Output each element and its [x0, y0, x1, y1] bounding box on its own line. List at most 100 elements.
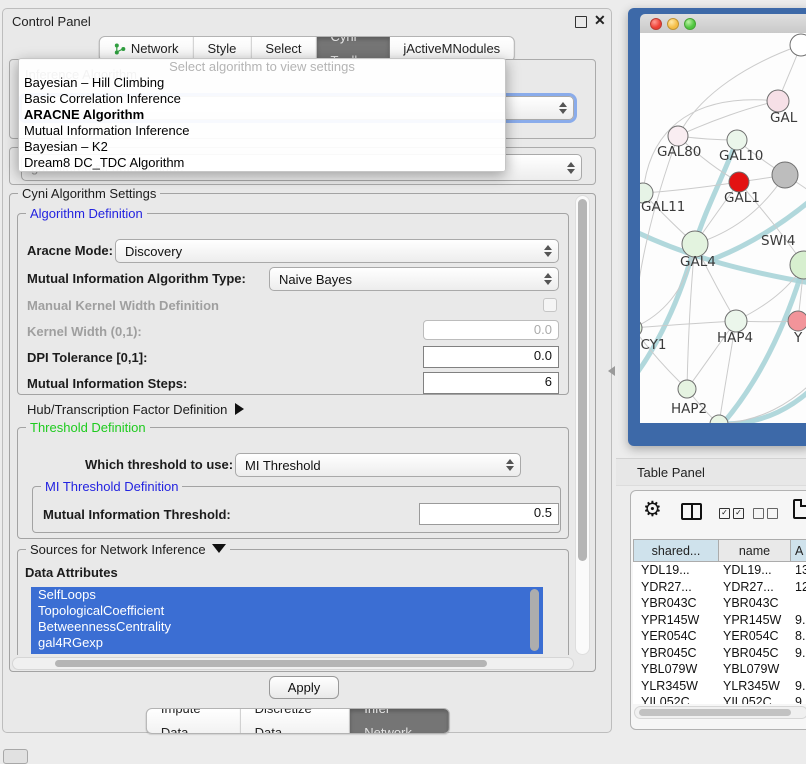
settings-vscroll-thumb[interactable] [578, 199, 587, 561]
cell-value [791, 595, 806, 612]
unchecked-checkbox-icon [767, 508, 778, 519]
algorithm-option[interactable]: Dream8 DC_TDC Algorithm [19, 155, 505, 171]
network-nodes [640, 34, 806, 423]
tab-infer-network[interactable]: Infer Network [350, 709, 449, 733]
network-node[interactable] [729, 172, 749, 192]
node-label: GAL80 [657, 144, 701, 160]
settings-vscroll-track[interactable] [575, 195, 590, 655]
column-header-shared[interactable]: shared... [633, 539, 719, 562]
column-header-name[interactable]: name [719, 539, 791, 562]
table-row[interactable]: YDR27...YDR27...12 [633, 579, 806, 596]
checked-checkbox-icon: ✓ [733, 508, 744, 519]
node-label: GCY1 [640, 337, 667, 353]
aracne-mode-select[interactable]: Discovery [115, 239, 559, 263]
node-label: SWI4 [761, 233, 796, 249]
table-row[interactable]: YLR345WYLR345W9. [633, 678, 806, 695]
network-node[interactable] [640, 319, 642, 337]
table-row[interactable]: YPR145WYPR145W9. [633, 612, 806, 629]
select-all-columns-icon[interactable]: ✓ ✓ [719, 508, 744, 519]
cell-name: YBR043C [719, 595, 791, 612]
node-label: HAP4 [717, 330, 753, 346]
table-row[interactable]: YBL079WYBL079W [633, 661, 806, 678]
sources-title[interactable]: Sources for Network Inference [26, 542, 230, 557]
algorithm-option-selected[interactable]: ARACNE Algorithm [19, 107, 505, 123]
cell-value: 9. [791, 612, 806, 629]
tab-discretize-data[interactable]: Discretize Data [241, 709, 351, 733]
aracne-mode-value: Discovery [125, 244, 182, 259]
table-row[interactable]: YDL19...YDL19...13 [633, 562, 806, 579]
control-panel-window: Control Panel ✕ Network Style Select Cyn… [2, 8, 612, 733]
hub-definition-disclosure[interactable]: Hub/Transcription Factor Definition [27, 402, 244, 417]
float-panel-icon[interactable] [575, 16, 587, 28]
manual-kernel-width-checkbox[interactable] [543, 298, 557, 312]
manual-kernel-width-label: Manual Kernel Width Definition [27, 298, 219, 313]
node-label: GAL [770, 110, 798, 126]
cell-shared: YBR045C [633, 645, 719, 662]
attribute-item[interactable]: SelfLoops [31, 587, 543, 603]
cell-name: YPR145W [719, 612, 791, 629]
dpi-tolerance-field[interactable]: 0.0 [423, 346, 559, 368]
table-row[interactable]: YBR043CYBR043C [633, 595, 806, 612]
network-canvas[interactable]: GAL GAL80 GAL10 GAL1 GAL11 GAL4 SWI4 GCY… [640, 33, 806, 423]
table-row[interactable]: YER054CYER054C8. [633, 628, 806, 645]
column-header-partial[interactable]: A [791, 539, 806, 562]
node-label: GAL1 [724, 190, 760, 206]
attributes-scrollbar-thumb[interactable] [530, 589, 539, 651]
network-node[interactable] [710, 415, 728, 423]
attribute-item[interactable]: gal4RGexp [31, 635, 543, 651]
node-label: HAP2 [671, 401, 707, 417]
gear-icon[interactable]: ⚙ [643, 500, 662, 520]
deselect-all-columns-icon[interactable] [753, 508, 778, 519]
algorithm-definition-title: Algorithm Definition [26, 206, 147, 221]
tab-discretize-data-label: Discretize Data [255, 708, 336, 734]
settings-hscroll-track[interactable] [12, 657, 574, 670]
tab-impute-data[interactable]: Impute Data [147, 709, 241, 733]
network-node[interactable] [767, 90, 789, 112]
close-icon[interactable]: ✕ [594, 12, 606, 29]
algorithm-option[interactable]: Basic Correlation Inference [19, 91, 505, 107]
network-node[interactable] [790, 34, 806, 56]
mi-steps-field[interactable]: 6 [423, 372, 559, 394]
algorithm-option[interactable]: Mutual Information Inference [19, 123, 505, 139]
algorithm-option[interactable]: Bayesian – Hill Climbing [19, 75, 505, 91]
cell-shared: YDR27... [633, 579, 719, 596]
table-row[interactable]: YIL052CYIL052C9 [633, 694, 806, 704]
node-label: GAL10 [719, 148, 763, 164]
settings-hscroll-thumb[interactable] [55, 660, 487, 667]
zoom-window-button[interactable] [684, 18, 696, 30]
algorithm-option[interactable]: Bayesian – K2 [19, 139, 505, 155]
stepper-arrows-icon [544, 245, 552, 257]
network-node[interactable] [790, 251, 806, 279]
network-node[interactable] [772, 162, 798, 188]
network-node[interactable] [678, 380, 696, 398]
network-node[interactable] [725, 310, 747, 332]
attribute-item[interactable]: BetweennessCentrality [31, 619, 543, 635]
network-window-titlebar[interactable] [640, 14, 806, 34]
minimize-window-button[interactable] [667, 18, 679, 30]
close-window-button[interactable] [650, 18, 662, 30]
cell-name: YBL079W [719, 661, 791, 678]
apply-button[interactable]: Apply [269, 676, 339, 699]
table-hscroll-track[interactable] [634, 706, 806, 719]
cell-value: 9 [791, 694, 806, 704]
mi-algorithm-type-select[interactable]: Naive Bayes [269, 267, 559, 291]
table-panel-title: Table Panel [637, 465, 705, 480]
table-row[interactable]: YBR045CYBR045C9. [633, 645, 806, 662]
tab-impute-data-label: Impute Data [161, 708, 226, 734]
splitter-collapse-icon[interactable] [608, 366, 615, 376]
network-node[interactable] [668, 126, 688, 146]
which-threshold-select[interactable]: MI Threshold [235, 453, 521, 477]
network-node[interactable] [788, 311, 806, 331]
table-hscroll-thumb[interactable] [639, 709, 791, 716]
cell-shared: YDL19... [633, 562, 719, 579]
file-icon[interactable] [793, 499, 806, 519]
network-node[interactable] [727, 130, 747, 150]
attribute-item[interactable]: TopologicalCoefficient [31, 603, 543, 619]
mi-threshold-field[interactable]: 0.5 [419, 503, 559, 525]
kernel-width-field[interactable]: 0.0 [423, 320, 559, 340]
column-layout-icon[interactable] [681, 503, 702, 520]
cell-shared: YPR145W [633, 612, 719, 629]
kernel-width-label: Kernel Width (0,1): [27, 324, 142, 339]
mi-threshold-label: Mutual Information Threshold: [43, 507, 231, 522]
hub-definition-label: Hub/Transcription Factor Definition [27, 402, 227, 417]
